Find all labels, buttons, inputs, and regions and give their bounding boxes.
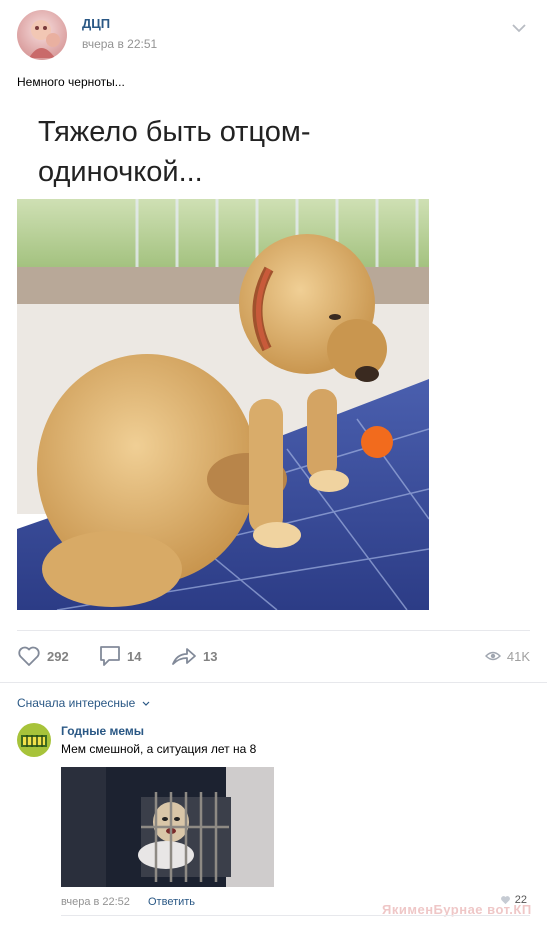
post-text: Немного черноты... [17, 75, 125, 89]
divider [0, 682, 547, 683]
like-count: 292 [47, 648, 69, 664]
post-author[interactable]: ДЦП [82, 16, 110, 31]
chevron-down-icon [142, 701, 150, 706]
views-counter: 41K [484, 643, 530, 669]
meme-caption: Тяжело быть отцом-одиночкой... [38, 116, 311, 188]
view-count: 41K [506, 648, 530, 664]
like-button[interactable]: 292 [17, 643, 69, 669]
comment-count: 14 [127, 648, 142, 664]
divider [61, 915, 530, 916]
comment-icon [100, 646, 120, 666]
comment-button[interactable]: 14 [99, 643, 141, 669]
post-time[interactable]: вчера в 22:51 [82, 37, 157, 51]
eye-icon [484, 651, 501, 661]
share-count: 13 [203, 648, 218, 664]
comment-time[interactable]: вчера в 22:52 [61, 896, 130, 908]
divider [17, 630, 530, 631]
post-header: ДЦП вчера в 22:51 [17, 10, 530, 60]
commenter-avatar[interactable] [17, 723, 51, 757]
chevron-down-icon[interactable] [512, 20, 526, 33]
reply-button[interactable]: Ответить [148, 896, 195, 908]
share-button[interactable]: 13 [171, 643, 217, 669]
post-image[interactable]: Тяжело быть отцом-одиночкой... [17, 96, 429, 610]
comment-sort-dropdown[interactable]: Сначала интересные [17, 696, 150, 710]
dog-photo [17, 199, 429, 610]
share-icon [172, 648, 196, 665]
comment-author[interactable]: Годные мемы [61, 724, 144, 738]
author-avatar[interactable] [17, 10, 67, 60]
comment-image[interactable] [61, 767, 274, 887]
heart-icon [18, 646, 40, 666]
sort-label: Сначала интересные [17, 696, 136, 710]
comment-text: Мем смешной, а ситуация лет на 8 [61, 742, 257, 756]
post-actions: 292 14 13 41K [17, 643, 530, 669]
